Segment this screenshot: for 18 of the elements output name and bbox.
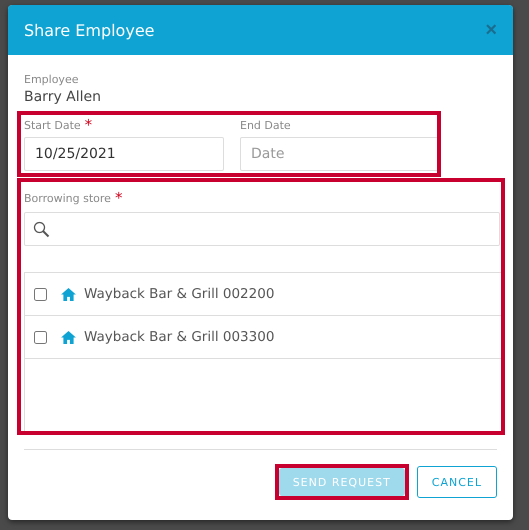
date-field[interactable]: 10/25/2021: [24, 137, 224, 171]
store-name[interactable]: Wayback Bar & Grill 003300: [84, 329, 274, 345]
field-label: Borrowing store: [24, 192, 111, 204]
search-icon: [33, 220, 50, 238]
employee-name: Barry Allen: [24, 89, 102, 105]
field-label: Start Date: [24, 118, 81, 132]
store-checkbox[interactable]: [34, 330, 47, 344]
field-label: Employee: [24, 72, 80, 87]
home-icon: [61, 288, 76, 300]
store-checkbox[interactable]: [34, 288, 47, 300]
field-label: End Date: [240, 118, 291, 132]
required-mark: *: [84, 116, 92, 134]
date-field[interactable]: Date: [240, 137, 437, 171]
home-icon: [61, 330, 76, 344]
search-field[interactable]: [24, 212, 500, 246]
dialog-title: Share Employee: [24, 20, 154, 40]
store-name[interactable]: Wayback Bar & Grill 002200: [84, 286, 274, 302]
required-mark: *: [114, 189, 122, 207]
